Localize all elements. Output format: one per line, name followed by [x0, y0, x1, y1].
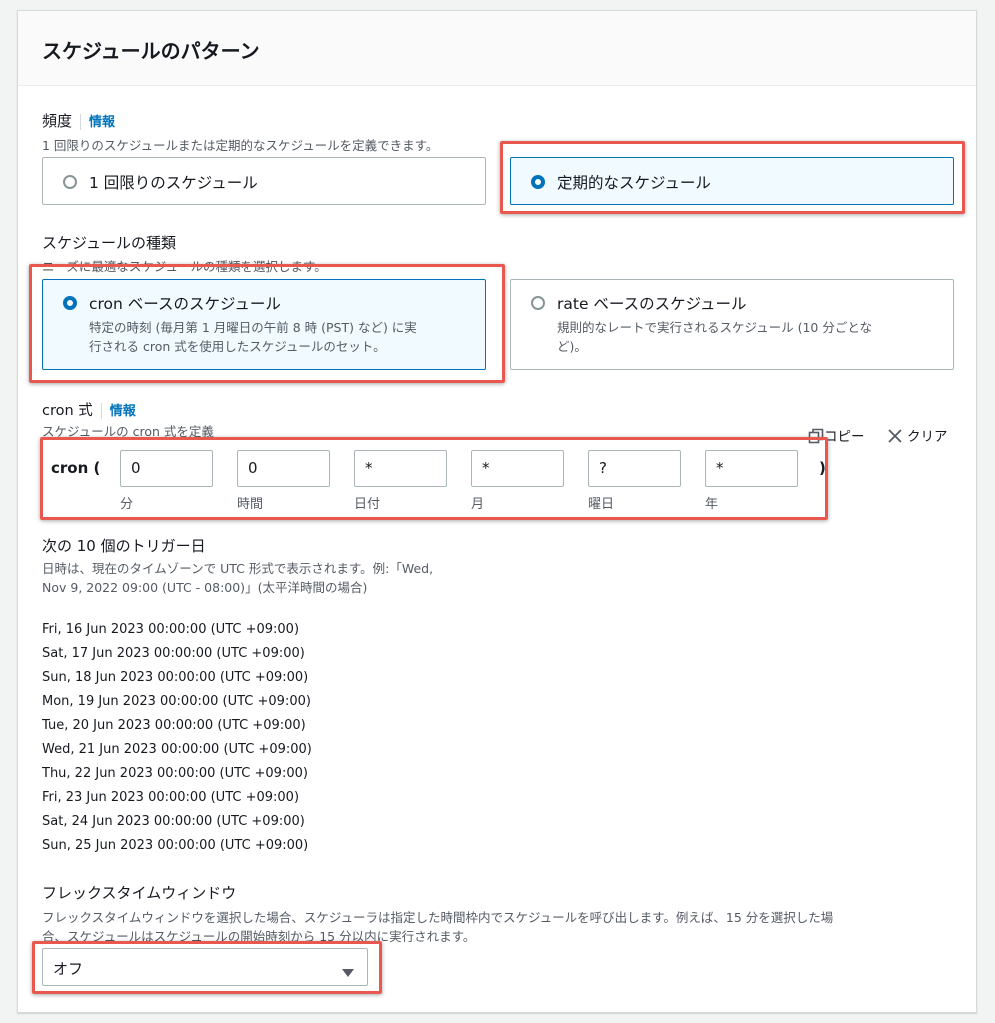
triggers-heading: 次の 10 個のトリガー日: [42, 537, 206, 555]
one-time-schedule-option[interactable]: 1 回限りのスケジュール: [42, 157, 486, 205]
trigger-date: Mon, 19 Jun 2023 00:00:00 (UTC +09:00): [42, 694, 311, 709]
trigger-date: Wed, 21 Jun 2023 00:00:00 (UTC +09:00): [42, 742, 312, 757]
highlight-box: [40, 437, 828, 520]
clear-label: クリア: [907, 429, 948, 445]
rate-option-description-2: ど)。: [557, 339, 587, 354]
trigger-date: Tue, 20 Jun 2023 00:00:00 (UTC +09:00): [42, 718, 306, 733]
panel-header: スケジュールのパターン: [18, 11, 976, 86]
one-time-label: 1 回限りのスケジュール: [89, 174, 258, 192]
rate-radio[interactable]: [531, 296, 545, 310]
highlight-box: [32, 941, 382, 994]
one-time-radio[interactable]: [63, 175, 77, 189]
rate-option-description-1: 規則的なレートで実行されるスケジュール (10 分ごとな: [557, 320, 872, 335]
trigger-date: Sat, 17 Jun 2023 00:00:00 (UTC +09:00): [42, 646, 305, 661]
trigger-date: Fri, 23 Jun 2023 00:00:00 (UTC +09:00): [42, 790, 300, 805]
frequency-info-link[interactable]: 情報: [89, 115, 115, 130]
trigger-date: Sun, 25 Jun 2023 00:00:00 (UTC +09:00): [42, 838, 309, 853]
flex-window-label: フレックスタイムウィンドウ: [42, 884, 237, 902]
rate-schedule-option[interactable]: rate ベースのスケジュール 規則的なレートで実行されるスケジュール (10 …: [510, 279, 954, 370]
panel-title: スケジュールのパターン: [42, 39, 260, 63]
schedule-type-label: スケジュールの種類: [42, 234, 176, 252]
trigger-date: Thu, 22 Jun 2023 00:00:00 (UTC +09:00): [42, 766, 308, 781]
copy-label: コピー: [824, 429, 865, 445]
cron-label-row: cron 式 情報: [42, 399, 136, 420]
close-icon: [887, 428, 903, 448]
clear-button[interactable]: クリア: [887, 425, 948, 448]
trigger-date: Fri, 16 Jun 2023 00:00:00 (UTC +09:00): [42, 622, 300, 637]
flex-window-description-1: フレックスタイムウィンドウを選択した場合、スケジューラは指定した時間枠内でスケジ…: [42, 910, 834, 925]
triggers-description-2: Nov 9, 2022 09:00 (UTC - 08:00)」(太平洋時間の場…: [42, 580, 368, 595]
frequency-label: 頻度: [42, 112, 73, 130]
cron-info-link[interactable]: 情報: [110, 404, 136, 419]
frequency-description: 1 回限りのスケジュールまたは定期的なスケジュールを定義できます。: [42, 138, 439, 153]
rate-option-label: rate ベースのスケジュール: [557, 295, 747, 313]
trigger-date: Sat, 24 Jun 2023 00:00:00 (UTC +09:00): [42, 814, 305, 829]
highlight-box: [29, 264, 505, 383]
triggers-description-1: 日時は、現在のタイムゾーンで UTC 形式で表示されます。例:「Wed,: [42, 561, 434, 576]
trigger-date: Sun, 18 Jun 2023 00:00:00 (UTC +09:00): [42, 670, 309, 685]
frequency-label-row: 頻度 情報: [42, 110, 115, 131]
divider: [80, 113, 82, 130]
highlight-box: [500, 141, 965, 214]
divider: [100, 402, 102, 419]
cron-label: cron 式: [42, 403, 93, 419]
